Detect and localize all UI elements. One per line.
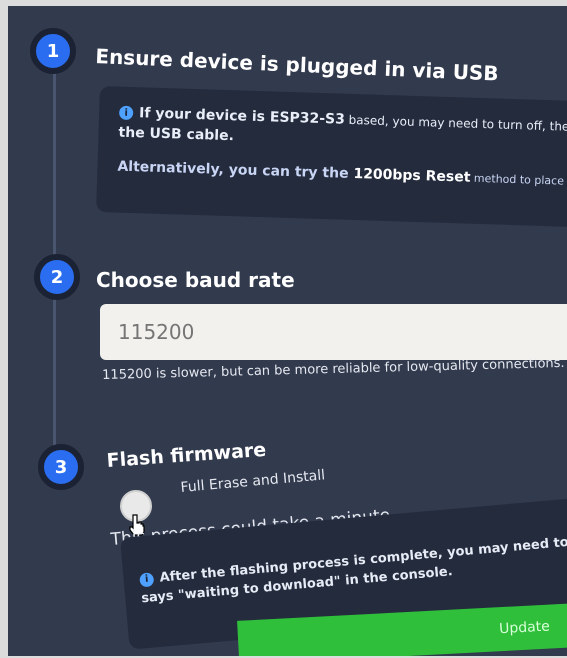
reset-method-link[interactable]: 1200bps Reset: [353, 166, 470, 186]
info-icon: i: [118, 105, 134, 121]
step-3-badge: 3: [38, 444, 84, 490]
step-2-title: Choose baud rate: [96, 268, 295, 292]
step-1-info-text-a: If your device is: [138, 105, 271, 126]
step-1-info-box: i If your device is ESP32-S3 based, you m…: [96, 86, 567, 228]
step-3-title: Flash firmware: [106, 438, 267, 472]
step-1-title: Ensure device is plugged in via USB: [94, 44, 500, 86]
chip-name: ESP32-S3: [269, 109, 346, 128]
step-1-alt-text-b: method to place the device: [473, 171, 567, 190]
step-1-info-text-b: based, you may need to turn off, then pr…: [348, 112, 567, 135]
baud-rate-input[interactable]: [100, 304, 567, 360]
step-1-alt-text-a: Alternatively, you can try the: [117, 158, 354, 183]
info-icon: i: [139, 571, 155, 587]
full-erase-label[interactable]: Full Erase and Install: [180, 467, 326, 496]
step-2-badge: 2: [34, 254, 80, 300]
screen: 1 Ensure device is plugged in via USB iI…: [8, 6, 567, 656]
step-1-badge: 1: [30, 28, 76, 74]
